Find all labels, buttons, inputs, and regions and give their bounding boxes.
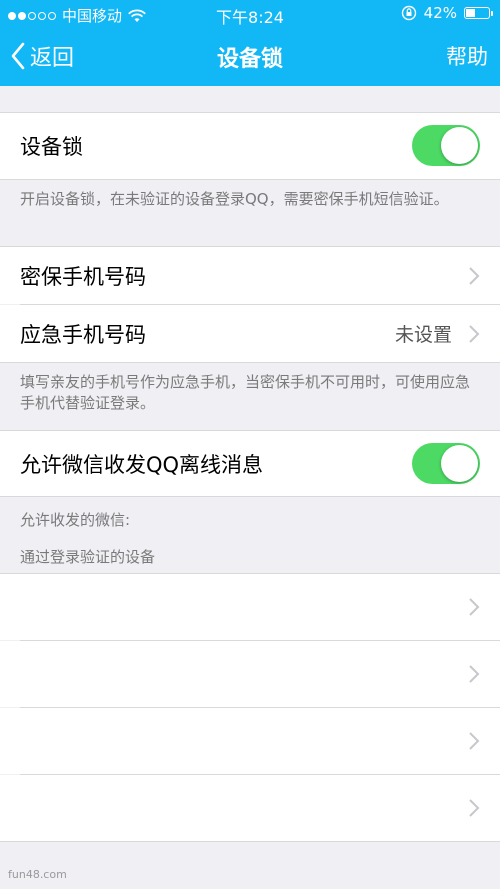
status-bar: 中国移动 下午8:24 42% — [0, 0, 500, 28]
chevron-right-icon — [469, 799, 480, 817]
chevron-right-icon — [469, 266, 480, 285]
device-row[interactable] — [0, 708, 500, 774]
emergency-phone-row[interactable]: 应急手机号码 未设置 — [0, 305, 500, 362]
divider — [0, 362, 500, 363]
chevron-left-icon — [11, 42, 25, 70]
wechat-allowed-label: 允许收发的微信: — [20, 511, 131, 529]
emergency-phone-value: 未设置 — [394, 324, 452, 346]
wechat-toggle[interactable] — [412, 443, 480, 484]
orientation-lock-icon — [401, 5, 416, 21]
battery-percent: 42% — [423, 4, 457, 22]
device-lock-label: 设备锁 — [20, 135, 83, 159]
wechat-row: 允许微信收发QQ离线消息 — [0, 431, 500, 496]
battery-icon — [464, 7, 493, 19]
emergency-phone-label: 应急手机号码 — [20, 322, 146, 347]
wechat-label: 允许微信收发QQ离线消息 — [20, 452, 264, 477]
secure-phone-label: 密保手机号码 — [20, 264, 146, 289]
emergency-phone-note: 填写亲友的手机号作为应急手机，当密保手机不可用时，可使用应急手机代替验证登录。 — [20, 373, 471, 412]
divider — [0, 496, 500, 497]
chevron-right-icon — [469, 732, 480, 750]
help-button[interactable]: 帮助 — [446, 41, 488, 71]
device-row[interactable] — [0, 775, 500, 841]
toggle-knob — [441, 445, 478, 482]
back-label: 返回 — [30, 46, 75, 71]
device-lock-toggle[interactable] — [412, 125, 480, 166]
device-lock-note: 开启设备锁，在未验证的设备登录QQ，需要密保手机短信验证。 — [20, 190, 449, 208]
chevron-right-icon — [469, 324, 480, 343]
divider — [0, 179, 500, 180]
device-row[interactable] — [0, 574, 500, 640]
secure-phone-row[interactable]: 密保手机号码 — [0, 247, 500, 304]
device-lock-row: 设备锁 — [0, 113, 500, 179]
device-row[interactable] — [0, 641, 500, 707]
top-bar: 中国移动 下午8:24 42% 返回 设备锁 帮助 — [0, 0, 500, 86]
page-title: 设备锁 — [216, 47, 283, 72]
chevron-right-icon — [469, 598, 480, 616]
devices-header: 通过登录验证的设备 — [20, 548, 156, 566]
back-button[interactable]: 返回 — [10, 40, 74, 72]
chevron-right-icon — [469, 665, 480, 683]
watermark: fun48.com — [8, 868, 67, 881]
divider — [0, 841, 500, 842]
toggle-knob — [441, 127, 478, 164]
nav-bar: 返回 设备锁 帮助 — [0, 28, 500, 86]
